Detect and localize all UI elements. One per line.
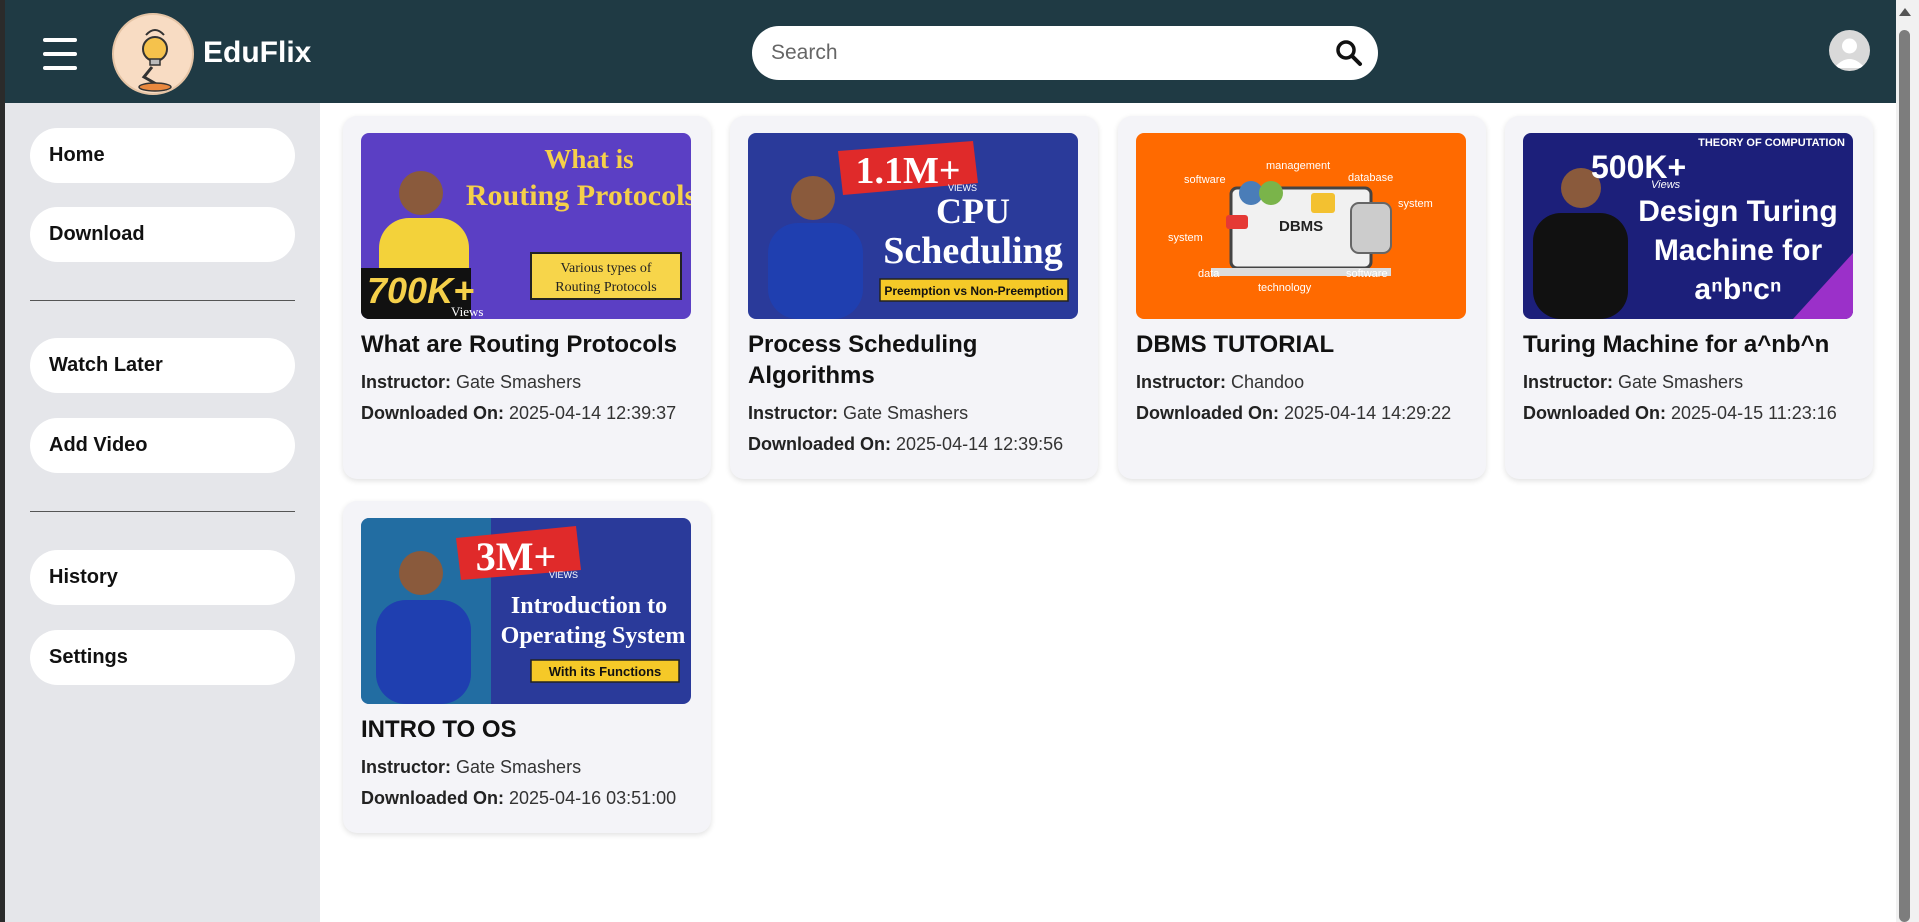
search-icon[interactable] — [1334, 38, 1364, 68]
svg-text:Routing Protocols: Routing Protocols — [555, 280, 657, 295]
svg-text:Routing Protocols: Routing Protocols — [466, 179, 691, 212]
sidebar-item-download[interactable]: Download — [30, 207, 295, 262]
video-thumbnail[interactable]: THEORY OF COMPUTATION 500K+ Views Design… — [1523, 133, 1853, 319]
svg-text:VIEWS: VIEWS — [549, 570, 578, 580]
svg-text:system: system — [1168, 232, 1203, 244]
svg-text:Scheduling: Scheduling — [883, 230, 1063, 272]
sidebar-item-add-video[interactable]: Add Video — [30, 418, 295, 473]
sidebar-item-settings[interactable]: Settings — [30, 630, 295, 685]
video-title[interactable]: Process Scheduling Algorithms — [748, 329, 1088, 391]
svg-text:management: management — [1266, 160, 1330, 172]
downloaded-on-line: Downloaded On: 2025-04-14 12:39:56 — [748, 431, 1063, 457]
video-title[interactable]: DBMS TUTORIAL — [1136, 329, 1476, 360]
svg-text:software: software — [1346, 268, 1388, 280]
sidebar-divider — [30, 511, 295, 512]
eduflix-logo[interactable] — [112, 13, 194, 95]
hamburger-menu-icon[interactable] — [43, 38, 79, 70]
video-card[interactable]: 1.1M+ VIEWS CPU Scheduling Preemption vs… — [730, 116, 1098, 479]
svg-text:Preemption vs Non-Preemption: Preemption vs Non-Preemption — [884, 284, 1063, 298]
svg-text:data: data — [1198, 268, 1220, 280]
svg-text:CPU: CPU — [936, 191, 1010, 231]
page-scrollbar[interactable] — [1896, 0, 1919, 922]
instructor-name: Gate Smashers — [1618, 372, 1744, 392]
svg-text:system: system — [1398, 198, 1433, 210]
scroll-up-arrow-icon[interactable] — [1899, 8, 1911, 16]
search-input[interactable] — [771, 38, 1311, 68]
video-card[interactable]: What is Routing Protocols Various types … — [343, 116, 711, 479]
video-title[interactable]: What are Routing Protocols — [361, 329, 701, 360]
downloaded-on-label: Downloaded On: — [748, 434, 891, 454]
downloaded-on-value: 2025-04-14 12:39:37 — [509, 403, 677, 423]
instructor-line: Instructor: Gate Smashers — [361, 754, 581, 780]
downloaded-on-value: 2025-04-16 03:51:00 — [509, 788, 677, 808]
video-thumbnail[interactable]: 3M+ VIEWS Introduction to Operating Syst… — [361, 518, 691, 704]
svg-text:Introduction to: Introduction to — [511, 593, 667, 619]
downloaded-on-label: Downloaded On: — [361, 403, 504, 423]
svg-text:software: software — [1184, 174, 1226, 186]
instructor-name: Gate Smashers — [456, 757, 582, 777]
sidebar-item-history[interactable]: History — [30, 550, 295, 605]
downloaded-on-label: Downloaded On: — [1136, 403, 1279, 423]
downloaded-on-value: 2025-04-15 11:23:16 — [1671, 403, 1837, 423]
downloaded-on-value: 2025-04-14 14:29:22 — [1284, 403, 1452, 423]
video-thumbnail[interactable]: What is Routing Protocols Various types … — [361, 133, 691, 319]
svg-text:Design Turing: Design Turing — [1638, 195, 1837, 228]
svg-text:Machine for: Machine for — [1654, 234, 1823, 267]
sidebar-item-watch-later[interactable]: Watch Later — [30, 338, 295, 393]
instructor-name: Chandoo — [1231, 372, 1305, 392]
downloaded-on-value: 2025-04-14 12:39:56 — [896, 434, 1064, 454]
downloaded-on-line: Downloaded On: 2025-04-14 12:39:37 — [361, 400, 676, 426]
video-title[interactable]: INTRO TO OS — [361, 714, 701, 745]
search-bar — [752, 26, 1378, 80]
instructor-line: Instructor: Gate Smashers — [1523, 369, 1743, 395]
sidebar-item-home[interactable]: Home — [30, 128, 295, 183]
brand-name: EduFlix — [203, 36, 312, 69]
video-card[interactable]: management software database system syst… — [1118, 116, 1486, 479]
instructor-name: Gate Smashers — [843, 403, 969, 423]
instructor-label: Instructor: — [361, 372, 451, 392]
scrollbar-thumb[interactable] — [1899, 30, 1910, 922]
instructor-label: Instructor: — [361, 757, 451, 777]
video-thumbnail[interactable]: 1.1M+ VIEWS CPU Scheduling Preemption vs… — [748, 133, 1078, 319]
downloaded-on-line: Downloaded On: 2025-04-15 11:23:16 — [1523, 400, 1837, 426]
downloaded-on-label: Downloaded On: — [1523, 403, 1666, 423]
svg-text:Various types of: Various types of — [561, 261, 652, 276]
video-thumbnail[interactable]: management software database system syst… — [1136, 133, 1466, 319]
svg-text:Views: Views — [1651, 179, 1681, 191]
video-card[interactable]: 3M+ VIEWS Introduction to Operating Syst… — [343, 501, 711, 833]
downloaded-on-line: Downloaded On: 2025-04-16 03:51:00 — [361, 785, 676, 811]
svg-text:3M+: 3M+ — [476, 534, 557, 579]
top-navbar: EduFlix — [0, 0, 1919, 103]
instructor-label: Instructor: — [1136, 372, 1226, 392]
instructor-line: Instructor: Gate Smashers — [748, 400, 968, 426]
downloaded-on-label: Downloaded On: — [361, 788, 504, 808]
svg-text:technology: technology — [1258, 282, 1312, 294]
instructor-label: Instructor: — [748, 403, 838, 423]
instructor-line: Instructor: Chandoo — [1136, 369, 1304, 395]
svg-text:1.1M+: 1.1M+ — [855, 150, 960, 192]
video-title[interactable]: Turing Machine for a^nb^n — [1523, 329, 1863, 360]
instructor-label: Instructor: — [1523, 372, 1613, 392]
svg-text:What is: What is — [544, 144, 633, 174]
svg-text:aⁿbⁿcⁿ: aⁿbⁿcⁿ — [1694, 273, 1781, 306]
instructor-line: Instructor: Gate Smashers — [361, 369, 581, 395]
svg-text:THEORY OF COMPUTATION: THEORY OF COMPUTATION — [1698, 137, 1845, 149]
svg-text:DBMS: DBMS — [1279, 218, 1323, 235]
sidebar: Home Download Watch Later Add Video Hist… — [0, 103, 320, 922]
video-card[interactable]: THEORY OF COMPUTATION 500K+ Views Design… — [1505, 116, 1873, 479]
svg-text:Operating System: Operating System — [501, 623, 686, 649]
svg-text:database: database — [1348, 172, 1393, 184]
downloaded-on-line: Downloaded On: 2025-04-14 14:29:22 — [1136, 400, 1451, 426]
user-avatar-icon[interactable] — [1829, 30, 1870, 71]
svg-text:With its Functions: With its Functions — [549, 664, 662, 679]
sidebar-divider — [30, 300, 295, 301]
instructor-name: Gate Smashers — [456, 372, 582, 392]
svg-text:Views: Views — [451, 304, 483, 319]
